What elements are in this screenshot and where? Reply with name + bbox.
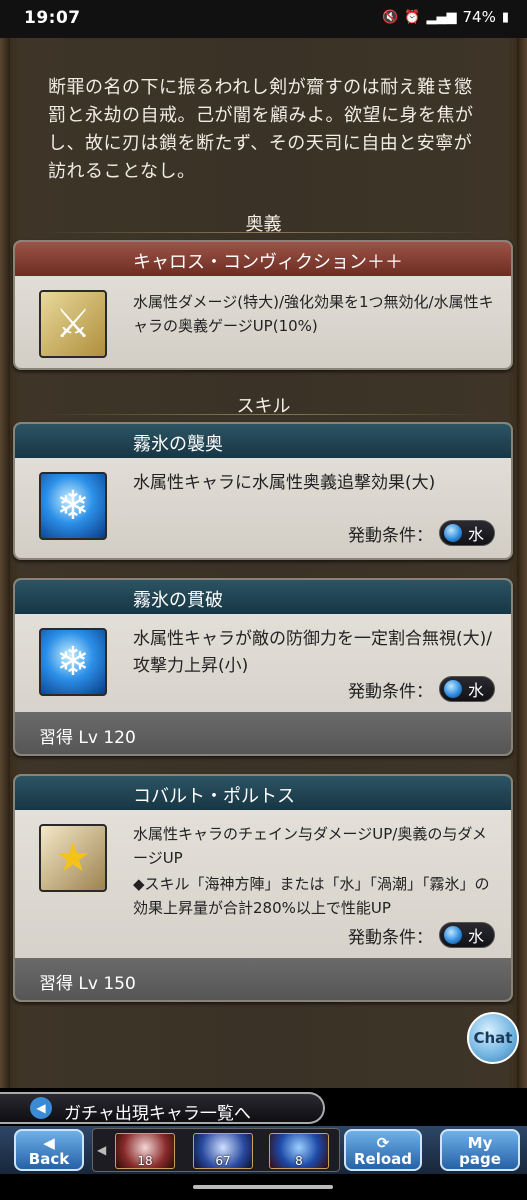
water-orb-icon — [443, 680, 462, 698]
mypage-button[interactable]: My page — [440, 1129, 520, 1171]
section-divider — [40, 232, 487, 233]
water-drop-icon: ❄ — [56, 483, 90, 529]
quest-thumbnail[interactable]: 18 — [115, 1133, 175, 1169]
signal-icon: ▂▄▆ — [426, 9, 457, 25]
battery-icon: ▮ — [501, 9, 509, 25]
skill-header: 霧氷の貫破 — [15, 580, 511, 614]
mute-icon: 🔇 — [382, 9, 399, 25]
skill-name: 霧氷の襲奥 — [133, 434, 223, 455]
learn-level: 習得 Lv 120 — [39, 728, 136, 748]
status-icons: 🔇 ⏰ ▂▄▆ 74% ▮ — [382, 8, 509, 26]
crossed-swords-icon: ⚔ — [39, 290, 107, 358]
element-label: 水 — [467, 927, 484, 946]
activation-condition: 発動条件： 水 — [348, 922, 495, 948]
ougi-description: 水属性ダメージ(特大)/強化効果を1つ無効化/水属性キャラの奥義ゲージUP(10… — [133, 293, 494, 335]
quest-count: 8 — [295, 1154, 303, 1168]
sword-glyph-icon: ⚔ — [55, 301, 91, 347]
battery-level: 74% — [462, 8, 496, 26]
water-skill-icon: ❄ — [39, 628, 107, 696]
mypage-label-line2: page — [459, 1150, 501, 1168]
element-badge: 水 — [438, 520, 495, 546]
skill-name: コバルト・ポルトス — [133, 786, 295, 807]
home-indicator[interactable] — [193, 1185, 333, 1189]
back-arrow-icon: ◀ — [30, 1097, 52, 1119]
chat-button[interactable]: Chat — [467, 1012, 519, 1064]
quest-thumbnails: ◀ 18 67 8 — [92, 1128, 340, 1172]
water-skill-icon: ❄ — [39, 472, 107, 540]
skill-description: 水属性キャラのチェイン与ダメージUP/奥義の与ダメージUP — [133, 825, 487, 867]
condition-label: 発動条件： — [347, 525, 433, 546]
character-detail-panel[interactable]: 断罪の名の下に振るわれし剣が齎すのは耐え難き懲罰と永劫の自戒。己が闇を顧みよ。欲… — [0, 38, 527, 1088]
back-label: Back — [28, 1150, 70, 1168]
water-orb-icon — [443, 926, 462, 944]
skill-header: コバルト・ポルトス — [15, 776, 511, 810]
star-icon: ★ — [55, 835, 91, 881]
learn-level-bar: 習得 Lv 150 — [15, 958, 511, 1000]
scroll-left-icon[interactable]: ◀ — [97, 1143, 106, 1157]
element-badge: 水 — [438, 922, 495, 948]
reload-icon: ⟳ — [376, 1134, 390, 1152]
skill-description: 水属性キャラが敵の防御力を一定割合無視(大)/攻撃力上昇(小) — [133, 629, 492, 676]
activation-condition: 発動条件： 水 — [348, 520, 495, 546]
water-orb-icon — [443, 524, 462, 542]
element-badge: 水 — [438, 676, 495, 702]
quest-count: 18 — [137, 1154, 153, 1168]
status-bar: 19:07 🔇 ⏰ ▂▄▆ 74% ▮ — [0, 0, 527, 38]
back-button[interactable]: ◀ Back — [14, 1129, 84, 1171]
element-label: 水 — [467, 681, 484, 700]
mypage-label-line1: My — [467, 1134, 493, 1152]
water-drop-icon: ❄ — [56, 639, 90, 685]
quest-count: 67 — [215, 1154, 231, 1168]
ougi-header: キャロス・コンヴィクション＋＋ — [15, 242, 511, 276]
skill-card: コバルト・ポルトス ★ 水属性キャラのチェイン与ダメージUP/奥義の与ダメージU… — [13, 774, 513, 1002]
system-home-bar — [0, 1174, 527, 1200]
back-arrow-icon: ◀ — [43, 1134, 55, 1152]
star-skill-icon: ★ — [39, 824, 107, 892]
gacha-character-list-button[interactable]: ◀ ガチャ出現キャラ一覧へ — [0, 1092, 325, 1124]
learn-level: 習得 Lv 150 — [39, 974, 136, 994]
bottom-navbar: ◀ Back ◀ 18 67 8 ⟳ Reload My page — [0, 1126, 527, 1174]
condition-label: 発動条件： — [347, 927, 433, 948]
activation-condition: 発動条件： 水 — [348, 676, 495, 702]
ougi-name: キャロス・コンヴィクション＋＋ — [133, 252, 403, 273]
skill-name: 霧氷の貫破 — [133, 590, 223, 611]
skill-card: 霧氷の襲奥 ❄ 水属性キャラに水属性奥義追撃効果(大) 発動条件： 水 — [13, 422, 513, 560]
skill-card: 霧氷の貫破 ❄ 水属性キャラが敵の防御力を一定割合無視(大)/攻撃力上昇(小) … — [13, 578, 513, 756]
gacha-bar-label: ガチャ出現キャラ一覧へ — [64, 1104, 251, 1124]
condition-label: 発動条件： — [347, 681, 433, 702]
skill-description-note: ◆スキル「海神方陣」または「水」「渦潮」「霧氷」の効果上昇量が合計280%以上で… — [133, 875, 490, 917]
skill-header: 霧氷の襲奥 — [15, 424, 511, 458]
quest-thumbnail[interactable]: 8 — [269, 1133, 329, 1169]
section-divider — [40, 414, 487, 415]
ougi-card: キャロス・コンヴィクション＋＋ ⚔ 水属性ダメージ(特大)/強化効果を1つ無効化… — [13, 240, 513, 370]
quest-thumbnail[interactable]: 67 — [193, 1133, 253, 1169]
element-label: 水 — [467, 525, 484, 544]
status-time: 19:07 — [24, 8, 81, 28]
skill-description: 水属性キャラに水属性奥義追撃効果(大) — [133, 473, 436, 493]
learn-level-bar: 習得 Lv 120 — [15, 712, 511, 754]
reload-label: Reload — [353, 1150, 413, 1168]
reload-button[interactable]: ⟳ Reload — [344, 1129, 422, 1171]
alarm-icon: ⏰ — [404, 9, 421, 25]
flavor-text: 断罪の名の下に振るわれし剣が齎すのは耐え難き懲罰と永劫の自戒。己が闇を顧みよ。欲… — [48, 77, 474, 182]
